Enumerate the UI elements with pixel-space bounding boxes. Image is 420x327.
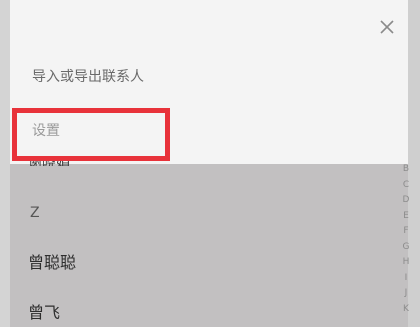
alpha-index-letter[interactable]: G (403, 240, 410, 256)
alpha-index-letter[interactable]: E (403, 209, 409, 225)
alpha-index-letter[interactable]: J (405, 286, 408, 302)
alpha-index-letter[interactable]: B (403, 162, 409, 178)
alphabet-index[interactable]: B C D E F G H I J K (398, 162, 414, 317)
alpha-index-letter[interactable]: I (405, 271, 408, 287)
alpha-index-letter[interactable]: K (403, 302, 409, 318)
contact-item[interactable]: 曾聪聪 (28, 249, 76, 273)
contacts-screen: 导入或导出联系人 设置 谢晓娟 Z 曾聪聪 曾飞 B C D E F G H I… (0, 0, 420, 327)
alpha-index-letter[interactable]: F (403, 224, 408, 240)
section-header-z: Z (30, 205, 40, 221)
alpha-index-letter[interactable]: H (403, 255, 410, 271)
highlight-annotation (12, 108, 170, 161)
close-icon[interactable] (378, 18, 396, 36)
screen-edge-left (0, 0, 10, 327)
menu-item-import-export[interactable]: 导入或导出联系人 (32, 66, 144, 86)
contact-list (0, 164, 420, 327)
contact-item[interactable]: 曾飞 (28, 299, 60, 323)
alpha-index-letter[interactable]: D (403, 193, 410, 209)
alpha-index-letter[interactable]: C (403, 178, 409, 194)
